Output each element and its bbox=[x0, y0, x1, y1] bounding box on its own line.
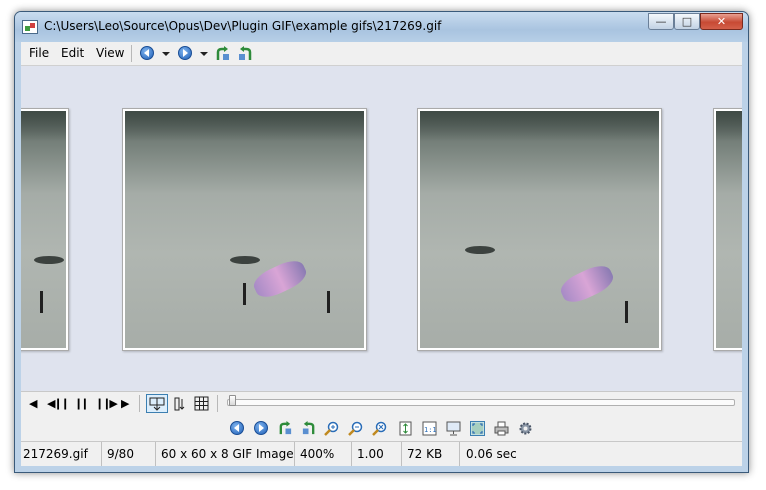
slideshow-icon[interactable] bbox=[446, 421, 461, 436]
next-image-icon[interactable] bbox=[178, 46, 192, 60]
gear-icon[interactable] bbox=[518, 421, 533, 436]
status-size: 72 KB bbox=[402, 442, 460, 466]
app-icon bbox=[22, 20, 38, 34]
frame-strip-view-button[interactable] bbox=[146, 394, 168, 413]
next-image-icon[interactable] bbox=[254, 421, 268, 435]
menu-bar: File Edit View bbox=[21, 42, 742, 66]
frame-strip-viewer[interactable] bbox=[21, 66, 742, 391]
toolbar-separator bbox=[217, 395, 218, 412]
print-icon[interactable] bbox=[494, 421, 509, 436]
fullscreen-icon[interactable] bbox=[470, 421, 485, 436]
window-title: C:\Users\Leo\Source\Opus\Dev\Plugin GIF\… bbox=[44, 19, 442, 33]
previous-image-icon[interactable] bbox=[230, 421, 244, 435]
title-bar[interactable]: C:\Users\Leo\Source\Opus\Dev\Plugin GIF\… bbox=[15, 12, 748, 42]
previous-dropdown-icon[interactable] bbox=[162, 52, 170, 56]
toolbar-separator bbox=[131, 45, 132, 62]
menu-edit[interactable]: Edit bbox=[61, 46, 84, 60]
toolbar-separator bbox=[139, 395, 140, 412]
frame-thumbnail[interactable] bbox=[122, 108, 367, 351]
zoom-in-icon[interactable] bbox=[324, 421, 339, 436]
step-back-icon[interactable]: ◀❙❙ bbox=[47, 397, 70, 411]
menu-view[interactable]: View bbox=[96, 46, 124, 60]
status-frame: 9/80 bbox=[102, 442, 156, 466]
close-button[interactable]: ✕ bbox=[700, 13, 743, 30]
status-image-info: 60 x 60 x 8 GIF Image bbox=[156, 442, 295, 466]
rotate-right-icon[interactable] bbox=[237, 46, 253, 66]
sort-down-icon[interactable] bbox=[173, 396, 187, 415]
frame-thumbnail-current[interactable] bbox=[417, 108, 662, 351]
zoom-reset-icon[interactable] bbox=[372, 421, 387, 436]
app-window: C:\Users\Leo\Source\Opus\Dev\Plugin GIF\… bbox=[14, 11, 749, 473]
frame-thumbnail-previous[interactable] bbox=[21, 108, 69, 351]
grid-icon[interactable] bbox=[194, 396, 209, 414]
actual-size-icon[interactable]: 1:1 bbox=[422, 421, 437, 436]
fit-height-icon[interactable] bbox=[398, 421, 413, 436]
pause-icon[interactable]: ❙❙ bbox=[74, 397, 90, 411]
status-zoom: 400% bbox=[295, 442, 352, 466]
status-delay: 0.06 sec bbox=[466, 447, 517, 461]
frame-image bbox=[716, 111, 742, 348]
frame-thumbnail-next[interactable] bbox=[713, 108, 742, 351]
svg-text:1:1: 1:1 bbox=[424, 426, 437, 434]
rotate-right-icon[interactable] bbox=[301, 421, 316, 436]
frame-image bbox=[125, 111, 364, 348]
rotate-left-icon[interactable] bbox=[215, 46, 231, 66]
next-dropdown-icon[interactable] bbox=[200, 52, 208, 56]
maximize-button[interactable]: □ bbox=[674, 13, 700, 30]
first-frame-icon[interactable]: ◀ bbox=[29, 397, 37, 411]
frame-image bbox=[21, 111, 66, 348]
step-forward-icon[interactable]: ❙❙▶ bbox=[95, 397, 118, 411]
rotate-left-icon[interactable] bbox=[278, 421, 293, 436]
status-ratio: 1.00 bbox=[352, 442, 402, 466]
frame-slider-thumb[interactable] bbox=[229, 395, 236, 406]
previous-image-icon[interactable] bbox=[140, 46, 154, 60]
frame-image bbox=[420, 111, 659, 348]
frame-slider-track[interactable] bbox=[227, 399, 735, 406]
minimize-button[interactable]: — bbox=[648, 13, 674, 30]
playback-toolbar: ◀ ◀❙❙ ❙❙ ❙❙▶ ▶ bbox=[21, 391, 742, 416]
frame-strip-icon bbox=[149, 397, 165, 411]
status-filename: 217269.gif bbox=[21, 442, 102, 466]
status-bar: 217269.gif 9/80 60 x 60 x 8 GIF Image 40… bbox=[21, 441, 742, 466]
play-icon[interactable]: ▶ bbox=[121, 397, 129, 411]
image-toolbar: 1:1 bbox=[21, 416, 742, 441]
zoom-out-icon[interactable] bbox=[348, 421, 363, 436]
menu-file[interactable]: File bbox=[29, 46, 49, 60]
